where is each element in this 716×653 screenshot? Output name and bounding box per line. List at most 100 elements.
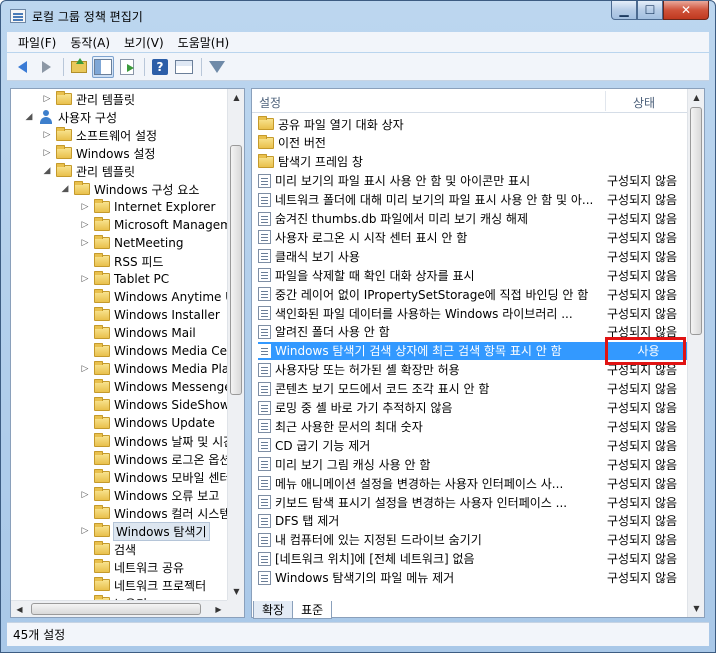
- list-scroll-thumb[interactable]: [690, 107, 702, 335]
- tree-item[interactable]: Windows 날짜 및 시간: [79, 432, 234, 450]
- folder-icon: [94, 289, 110, 303]
- policy-setting-row[interactable]: 미리 보기의 파일 표시 사용 안 함 및 아이콘만 표시 구성되지 않음: [258, 172, 688, 190]
- policy-setting-row[interactable]: DFS 탭 제거 구성되지 않음: [258, 512, 688, 530]
- title-bar[interactable]: 로컬 그룹 정책 편집기 ▁ ☐ ✕: [1, 1, 715, 31]
- expand-toggle-icon[interactable]: ▷: [79, 219, 91, 231]
- tree-item[interactable]: Windows 로그온 옵션: [79, 450, 230, 468]
- policy-setting-row[interactable]: 색인화된 파일 데이터를 사용하는 Windows 라이브러리 ... 구성되지 …: [258, 304, 688, 322]
- tree-item[interactable]: 네트워크 프로젝터: [79, 576, 206, 594]
- scroll-right-arrow-icon[interactable]: ▶: [210, 601, 227, 617]
- tree-item[interactable]: Windows Messenger: [79, 378, 237, 396]
- policy-setting-row[interactable]: 클래식 보기 사용 구성되지 않음: [258, 247, 688, 265]
- tree-item[interactable]: Windows Media Center: [79, 342, 244, 360]
- collapse-toggle-icon[interactable]: ◢: [23, 111, 35, 123]
- expand-toggle-icon[interactable]: ▷: [41, 129, 53, 141]
- expand-toggle-icon[interactable]: ▷: [79, 237, 91, 249]
- list-folder-row[interactable]: 이전 버전: [258, 134, 688, 152]
- policy-setting-row[interactable]: 사용자 로그온 시 시작 센터 표시 안 함 구성되지 않음: [258, 228, 688, 246]
- maximize-button[interactable]: ☐: [637, 1, 663, 20]
- up-one-level-button[interactable]: [68, 56, 90, 78]
- tree-item[interactable]: Windows Anytime Upgrade: [79, 288, 244, 306]
- tree-item[interactable]: ▷ Windows 오류 보고: [79, 486, 219, 504]
- close-button[interactable]: ✕: [663, 1, 709, 20]
- policy-setting-row[interactable]: 파일을 삭제할 때 확인 대화 상자를 표시 구성되지 않음: [258, 266, 688, 284]
- extended-view-button[interactable]: [173, 56, 195, 78]
- list-folder-row[interactable]: 공유 파일 열기 대화 상자: [258, 115, 688, 133]
- scroll-up-arrow-icon[interactable]: ▲: [688, 89, 704, 106]
- policy-setting-row[interactable]: 내 컴퓨터에 있는 지정된 드라이브 숨기기 구성되지 않음: [258, 531, 688, 549]
- tree-item[interactable]: ▷ Internet Explorer: [79, 198, 215, 216]
- policy-setting-row[interactable]: 숨겨진 thumbs.db 파일에서 미리 보기 캐싱 해제 구성되지 않음: [258, 210, 688, 228]
- policy-setting-row[interactable]: 콘텐츠 보기 모드에서 코드 조각 표시 안 함 구성되지 않음: [258, 380, 688, 398]
- tree-item[interactable]: ◢ Windows 구성 요소: [59, 180, 199, 198]
- expand-toggle-icon[interactable]: ▷: [79, 525, 91, 537]
- tree-item[interactable]: ▷ Windows Media Player: [79, 360, 244, 378]
- tree-item[interactable]: 검색: [79, 540, 136, 558]
- forward-button[interactable]: [35, 56, 57, 78]
- expand-toggle-icon[interactable]: ▷: [41, 93, 53, 105]
- policy-setting-row[interactable]: 로밍 중 셸 바로 가기 추적하지 않음 구성되지 않음: [258, 399, 688, 417]
- scroll-up-arrow-icon[interactable]: ▲: [228, 89, 244, 106]
- tree-item[interactable]: ▷ Tablet PC: [79, 270, 169, 288]
- tree-item[interactable]: Windows 모바일 센터: [79, 468, 230, 486]
- policy-setting-icon: [258, 438, 271, 453]
- settings-list-pane[interactable]: 설정 상태 공유 파일 열기 대화 상자 이전 버전 탐색기 프레임 창 미리 보기의…: [251, 88, 705, 618]
- tree-item[interactable]: ▷ Microsoft Management: [79, 216, 244, 234]
- minimize-button[interactable]: ▁: [611, 1, 637, 20]
- expand-toggle-icon[interactable]: ▷: [79, 273, 91, 285]
- console-tree[interactable]: ▷ 관리 템플릿 ◢ 사용자 구성 ▷ 소프트웨어 설정 ▷ Windows 설정 ◢ 관리 템플…: [10, 88, 245, 618]
- tree-vertical-scrollbar[interactable]: ▲ ▼: [227, 89, 244, 600]
- tree-item[interactable]: RSS 피드: [79, 252, 163, 270]
- policy-setting-row[interactable]: Windows 탐색기의 파일 메뉴 제거 구성되지 않음: [258, 569, 688, 587]
- expand-toggle-icon[interactable]: ▷: [79, 489, 91, 501]
- menu-view[interactable]: 보기(V): [117, 34, 171, 51]
- policy-setting-row[interactable]: 최근 사용한 문서의 최대 숫자 구성되지 않음: [258, 417, 688, 435]
- tree-item[interactable]: ◢ 관리 템플릿: [41, 162, 135, 180]
- policy-setting-row[interactable]: 키보드 탐색 표시기 설정을 변경하는 사용자 인터페이스 ... 구성되지 않음: [258, 493, 688, 511]
- tree-scroll-thumb[interactable]: [230, 145, 242, 395]
- expand-toggle-icon[interactable]: ▷: [79, 201, 91, 213]
- expand-toggle-icon[interactable]: ▷: [41, 147, 53, 159]
- tree-item[interactable]: ◢ 사용자 구성: [23, 108, 117, 126]
- tree-item[interactable]: Windows SideShow: [79, 396, 230, 414]
- tree-item[interactable]: ▷ Windows 설정: [41, 144, 155, 162]
- tree-item[interactable]: ▷ 소프트웨어 설정: [41, 126, 157, 144]
- tree-item[interactable]: ▷ Windows 탐색기: [79, 521, 210, 541]
- tree-item[interactable]: Windows Update: [79, 414, 215, 432]
- list-vertical-scrollbar[interactable]: ▲ ▼: [687, 89, 704, 617]
- show-hide-tree-button[interactable]: [92, 55, 114, 78]
- policy-setting-row[interactable]: 네트워크 폴더에 대해 미리 보기의 파일 표시 사용 안 함 및 아... 구성…: [258, 191, 688, 209]
- policy-setting-row[interactable]: CD 굽기 기능 제거 구성되지 않음: [258, 436, 688, 454]
- tree-item[interactable]: Windows Mail: [79, 324, 196, 342]
- filter-button[interactable]: [206, 56, 228, 78]
- policy-setting-row[interactable]: 메뉴 애니메이션 설정을 변경하는 사용자 인터페이스 사... 구성되지 않음: [258, 474, 688, 492]
- tree-item[interactable]: ▷ NetMeeting: [79, 234, 183, 252]
- policy-setting-row[interactable]: [네트워크 위치]에 [전체 네트워크] 없음 구성되지 않음: [258, 550, 688, 568]
- menu-file[interactable]: 파일(F): [11, 34, 63, 51]
- tree-horizontal-scrollbar[interactable]: ◀ ▶: [11, 600, 227, 617]
- column-header-state[interactable]: 상태: [633, 94, 655, 111]
- menu-action[interactable]: 동작(A): [63, 34, 117, 51]
- collapse-toggle-icon[interactable]: ◢: [41, 165, 53, 177]
- menu-help[interactable]: 도움말(H): [171, 34, 237, 51]
- back-button[interactable]: [11, 56, 33, 78]
- tree-item[interactable]: 네트워크 공유: [79, 558, 184, 576]
- tab-extended[interactable]: 확장: [253, 601, 294, 619]
- tree-item[interactable]: Windows Installer: [79, 306, 220, 324]
- scroll-left-arrow-icon[interactable]: ◀: [11, 601, 28, 617]
- tree-hscroll-thumb[interactable]: [31, 603, 201, 615]
- column-divider[interactable]: [605, 91, 606, 111]
- tree-item[interactable]: ▷ 관리 템플릿: [41, 90, 135, 108]
- export-list-button[interactable]: [116, 56, 138, 78]
- tree-item[interactable]: Windows 컬러 시스템: [79, 504, 230, 522]
- expand-toggle-icon[interactable]: ▷: [79, 363, 91, 375]
- scroll-down-arrow-icon[interactable]: ▼: [228, 583, 244, 600]
- list-folder-row[interactable]: 탐색기 프레임 창: [258, 153, 688, 171]
- column-header-setting[interactable]: 설정: [259, 94, 281, 111]
- policy-setting-row[interactable]: 미리 보기 그림 캐싱 사용 안 함 구성되지 않음: [258, 455, 688, 473]
- help-button[interactable]: ?: [149, 56, 171, 78]
- collapse-toggle-icon[interactable]: ◢: [59, 183, 71, 195]
- scroll-down-arrow-icon[interactable]: ▼: [688, 600, 704, 617]
- policy-setting-row[interactable]: 중간 레이어 없이 IPropertySetStorage에 직접 바인딩 안 …: [258, 285, 688, 303]
- tab-standard[interactable]: 표준: [292, 601, 333, 619]
